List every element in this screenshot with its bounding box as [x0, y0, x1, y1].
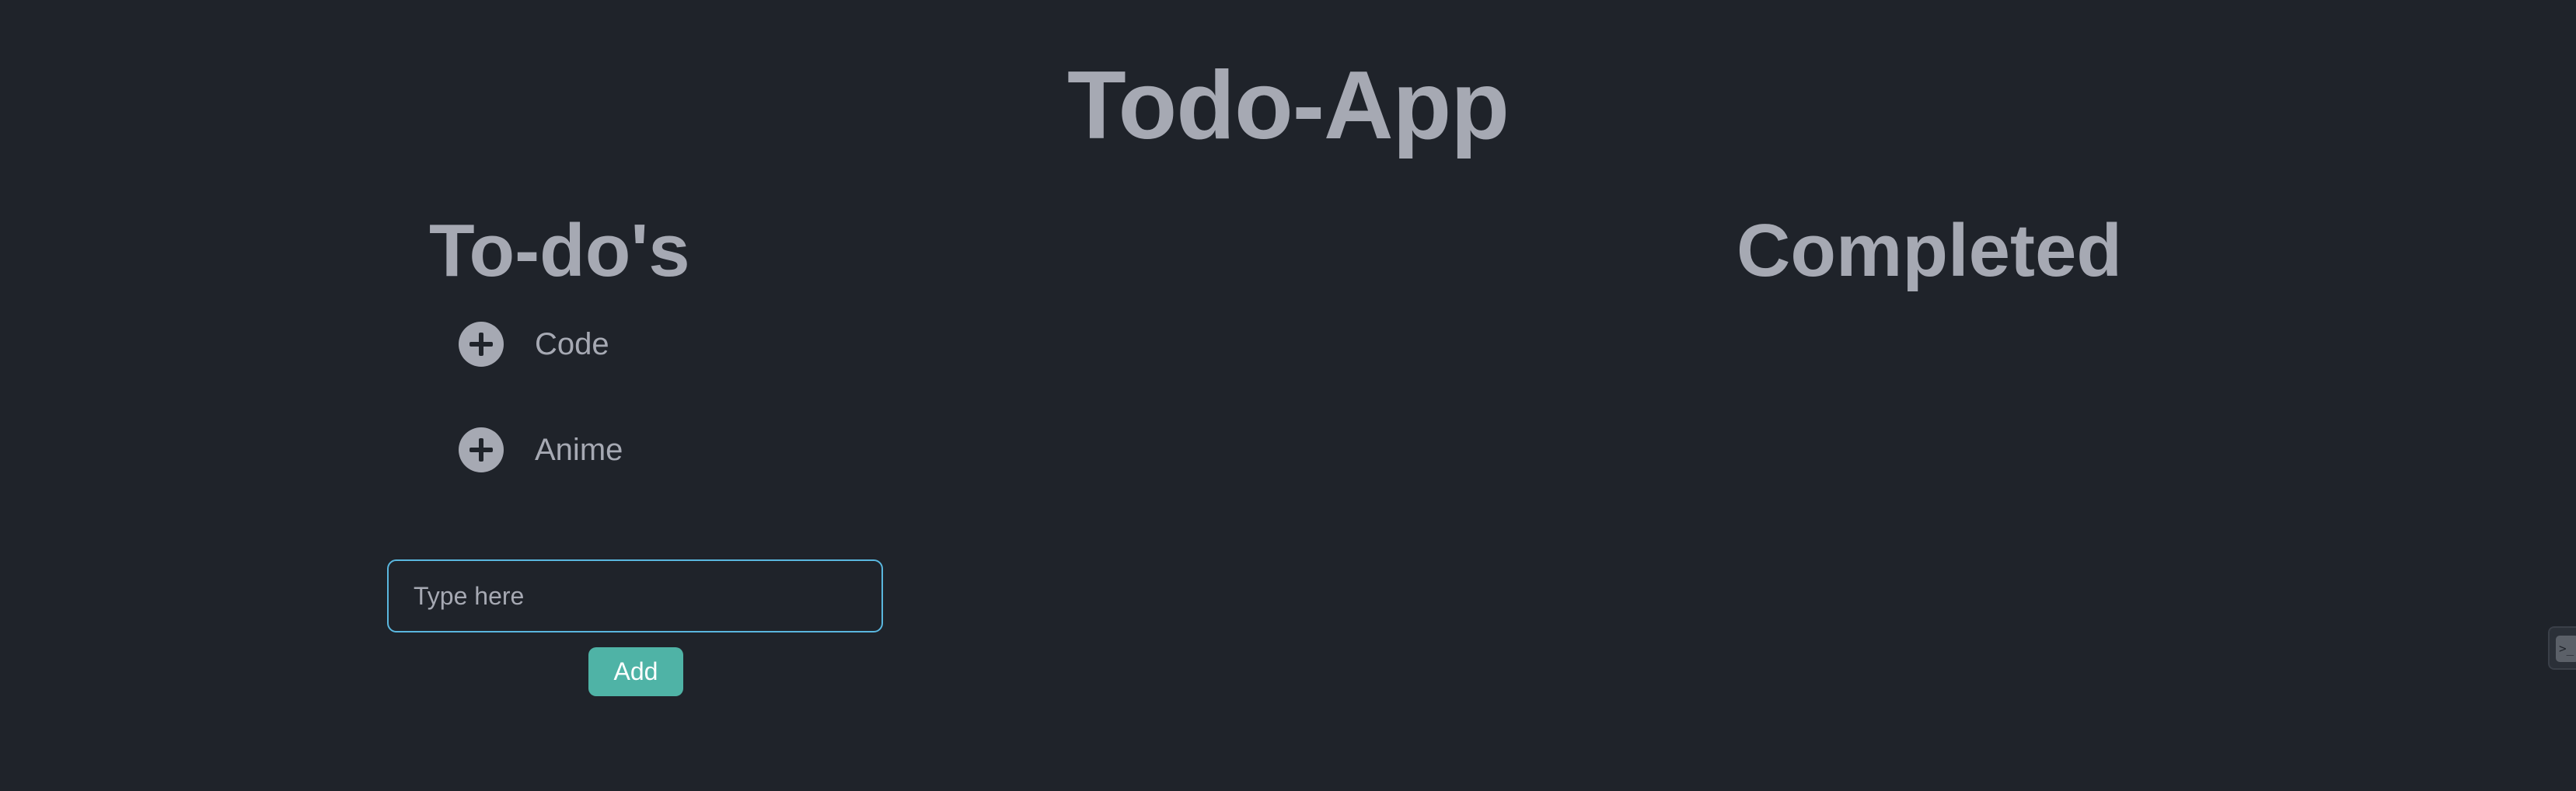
plus-circle-icon[interactable]: [459, 322, 504, 367]
todo-list: Code Anime: [459, 320, 623, 531]
new-todo-input[interactable]: [387, 559, 883, 632]
completed-heading: Completed: [1737, 209, 2123, 292]
todo-item-label: Code: [535, 326, 609, 361]
app-title: Todo-App: [1066, 52, 1510, 159]
todo-item-label: Anime: [535, 432, 623, 467]
terminal-icon: >_: [2556, 636, 2576, 662]
terminal-tab[interactable]: >_: [2548, 626, 2576, 670]
plus-circle-icon[interactable]: [459, 427, 504, 472]
todo-item: Code: [459, 320, 623, 368]
todos-heading: To-do's: [429, 209, 690, 292]
todo-item: Anime: [459, 426, 623, 474]
add-button[interactable]: Add: [588, 647, 683, 696]
